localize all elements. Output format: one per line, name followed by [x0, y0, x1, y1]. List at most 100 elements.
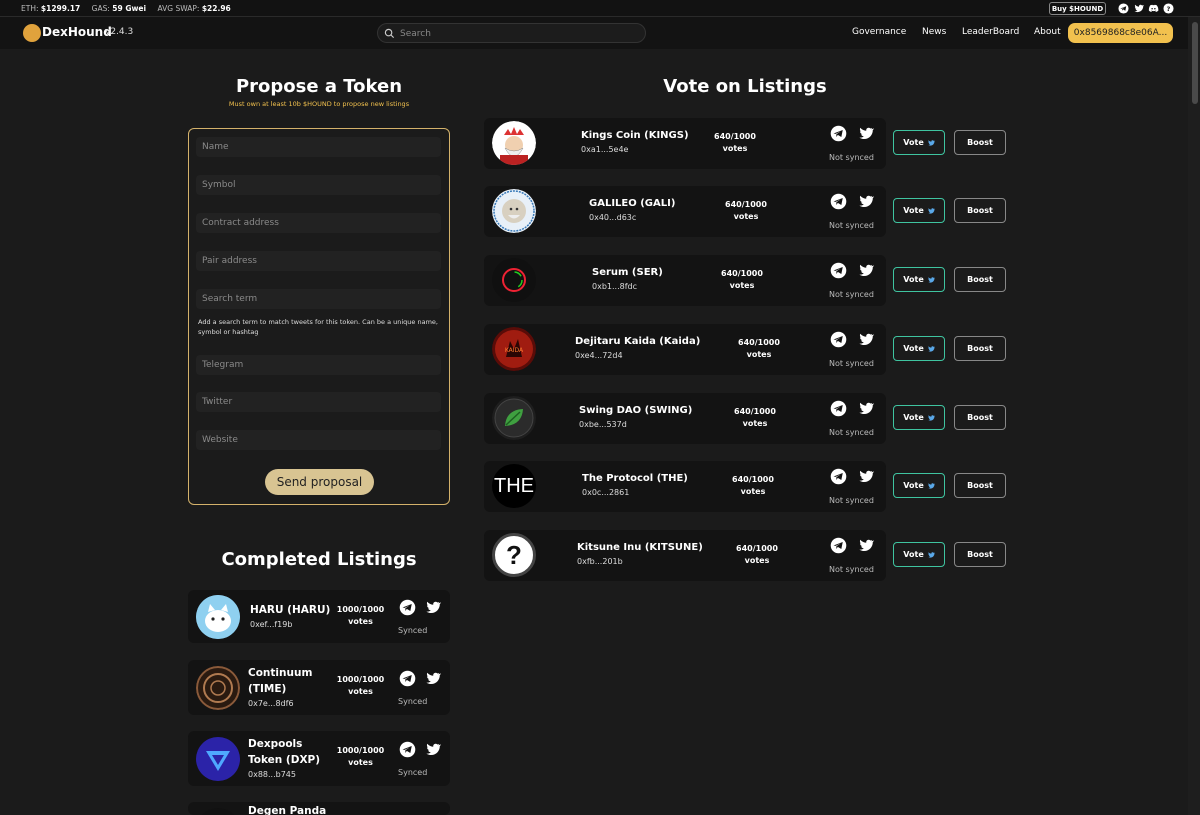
nav-leaderboard[interactable]: LeaderBoard	[962, 27, 1019, 37]
nav-governance[interactable]: Governance	[852, 27, 906, 37]
token-address[interactable]: 0x40...d63c	[589, 213, 636, 222]
boost-button[interactable]: Boost	[954, 267, 1006, 292]
search-input[interactable]	[400, 26, 640, 41]
listing-card[interactable]: KAIDA Dejitaru Kaida (Kaida) 0xe4...72d4…	[484, 324, 886, 375]
boost-button[interactable]: Boost	[954, 198, 1006, 223]
telegram-icon[interactable]	[830, 193, 847, 210]
listing-card[interactable]: Swing DAO (SWING) 0xbe...537d 640/1000 vo…	[484, 393, 886, 444]
website-field[interactable]	[196, 430, 441, 450]
twitter-icon[interactable]	[424, 599, 441, 616]
version-label: v2.4.3	[105, 27, 134, 37]
nav-news[interactable]: News	[922, 27, 946, 37]
telegram-icon[interactable]	[399, 670, 416, 687]
telegram-field[interactable]	[196, 355, 441, 375]
completed-card[interactable]: HARU (HARU) 0xef...f19b 1000/1000 votes S…	[188, 590, 450, 643]
brand-name[interactable]: DexHound	[42, 25, 112, 39]
twitter-icon[interactable]	[424, 670, 441, 687]
symbol-field[interactable]	[196, 175, 441, 195]
token-address[interactable]: 0x88...b745	[248, 770, 296, 779]
search-box[interactable]	[377, 23, 646, 43]
vote-count: 1000/1000 votes	[336, 746, 385, 767]
vote-button[interactable]: Vote	[893, 267, 945, 292]
vote-button[interactable]: Vote	[893, 405, 945, 430]
telegram-icon[interactable]	[399, 599, 416, 616]
svg-text:KAIDA: KAIDA	[505, 347, 524, 354]
telegram-icon[interactable]	[830, 537, 847, 554]
listing-card[interactable]: GALILEO (GALI) 0x40...d63c 640/1000 votes…	[484, 186, 886, 237]
scrollbar-thumb[interactable]	[1192, 22, 1198, 104]
buy-hound-button[interactable]: Buy $HOUND	[1049, 2, 1106, 15]
token-address[interactable]: 0xef...f19b	[250, 620, 292, 629]
sync-status: Synced	[398, 697, 428, 706]
twitter-icon[interactable]	[857, 400, 874, 417]
gas-price: 59 Gwei	[112, 4, 147, 13]
twitter-field[interactable]	[196, 392, 441, 412]
boost-button[interactable]: Boost	[954, 130, 1006, 155]
listing-card[interactable]: Kings Coin (KINGS) 0xa1...5e4e 640/1000 v…	[484, 118, 886, 169]
completed-card[interactable]: Degen Panda	[188, 802, 450, 815]
boost-button[interactable]: Boost	[954, 336, 1006, 361]
listing-card[interactable]: Serum (SER) 0xb1...8fdc 640/1000 votes No…	[484, 255, 886, 306]
dexpools-logo	[196, 737, 240, 781]
token-address[interactable]: 0xfb...201b	[577, 557, 623, 566]
twitter-icon[interactable]	[1133, 3, 1144, 14]
help-icon[interactable]: ?	[1163, 3, 1174, 14]
vote-count: 640/1000 votes	[734, 407, 776, 428]
telegram-icon[interactable]	[830, 262, 847, 279]
vote-button[interactable]: Vote	[893, 542, 945, 567]
completed-card[interactable]: Dexpools Token (DXP) 0x88...b745 1000/100…	[188, 731, 450, 786]
vote-button[interactable]: Vote	[893, 130, 945, 155]
token-logo	[492, 258, 536, 302]
twitter-icon[interactable]	[857, 125, 874, 142]
token-address[interactable]: 0x7e...8df6	[248, 699, 294, 708]
token-address[interactable]: 0xb1...8fdc	[592, 282, 637, 291]
token-address[interactable]: 0xa1...5e4e	[581, 145, 628, 154]
token-name: Kings Coin (KINGS)	[581, 130, 689, 141]
pair-address-field[interactable]	[196, 251, 441, 271]
boost-button[interactable]: Boost	[954, 542, 1006, 567]
telegram-icon[interactable]	[830, 468, 847, 485]
token-address[interactable]: 0xe4...72d4	[575, 351, 623, 360]
twitter-icon[interactable]	[424, 741, 441, 758]
name-field[interactable]	[196, 137, 441, 157]
twitter-icon[interactable]	[857, 331, 874, 348]
market-stats: ETH: $1299.17 GAS: 59 Gwei AVG SWAP: $22…	[21, 4, 240, 13]
send-proposal-button[interactable]: Send proposal	[265, 469, 374, 495]
wallet-address-button[interactable]: 0x8569868c8e06A...	[1068, 23, 1173, 43]
listing-card[interactable]: ? Kitsune Inu (KITSUNE) 0xfb...201b 640/…	[484, 530, 886, 581]
telegram-icon[interactable]	[1118, 3, 1129, 14]
telegram-icon[interactable]	[399, 741, 416, 758]
dexhound-logo[interactable]	[23, 24, 41, 42]
telegram-icon[interactable]	[830, 400, 847, 417]
telegram-icon[interactable]	[830, 125, 847, 142]
sync-status: Not synced	[829, 359, 874, 368]
token-name: The Protocol (THE)	[582, 473, 688, 484]
propose-requirement-note: Must own at least 10b $HOUND to propose …	[228, 100, 410, 108]
unknown-token-logo: ?	[492, 533, 536, 577]
telegram-icon[interactable]	[830, 331, 847, 348]
twitter-icon	[927, 276, 935, 283]
vote-button[interactable]: Vote	[893, 473, 945, 498]
discord-icon[interactable]	[1148, 3, 1159, 14]
vote-button[interactable]: Vote	[893, 336, 945, 361]
propose-title: Propose a Token	[235, 76, 403, 97]
twitter-icon[interactable]	[857, 193, 874, 210]
twitter-icon[interactable]	[857, 262, 874, 279]
twitter-icon	[927, 139, 935, 146]
twitter-icon[interactable]	[857, 468, 874, 485]
token-address[interactable]: 0xbe...537d	[579, 420, 627, 429]
search-term-field[interactable]	[196, 289, 441, 309]
contract-address-field[interactable]	[196, 213, 441, 233]
nav-about[interactable]: About	[1034, 27, 1061, 37]
vote-button[interactable]: Vote	[893, 198, 945, 223]
token-address[interactable]: 0x0c...2861	[582, 488, 629, 497]
completed-card[interactable]: Continuum (TIME) 0x7e...8df6 1000/1000 vot…	[188, 660, 450, 715]
scrollbar[interactable]	[1188, 17, 1200, 815]
token-logo: KAIDA	[492, 327, 536, 371]
boost-button[interactable]: Boost	[954, 473, 1006, 498]
twitter-icon[interactable]	[857, 537, 874, 554]
listing-card[interactable]: THE The Protocol (THE) 0x0c...2861 640/1…	[484, 461, 886, 512]
token-name: HARU (HARU)	[250, 604, 331, 616]
boost-button[interactable]: Boost	[954, 405, 1006, 430]
twitter-icon	[927, 551, 935, 558]
